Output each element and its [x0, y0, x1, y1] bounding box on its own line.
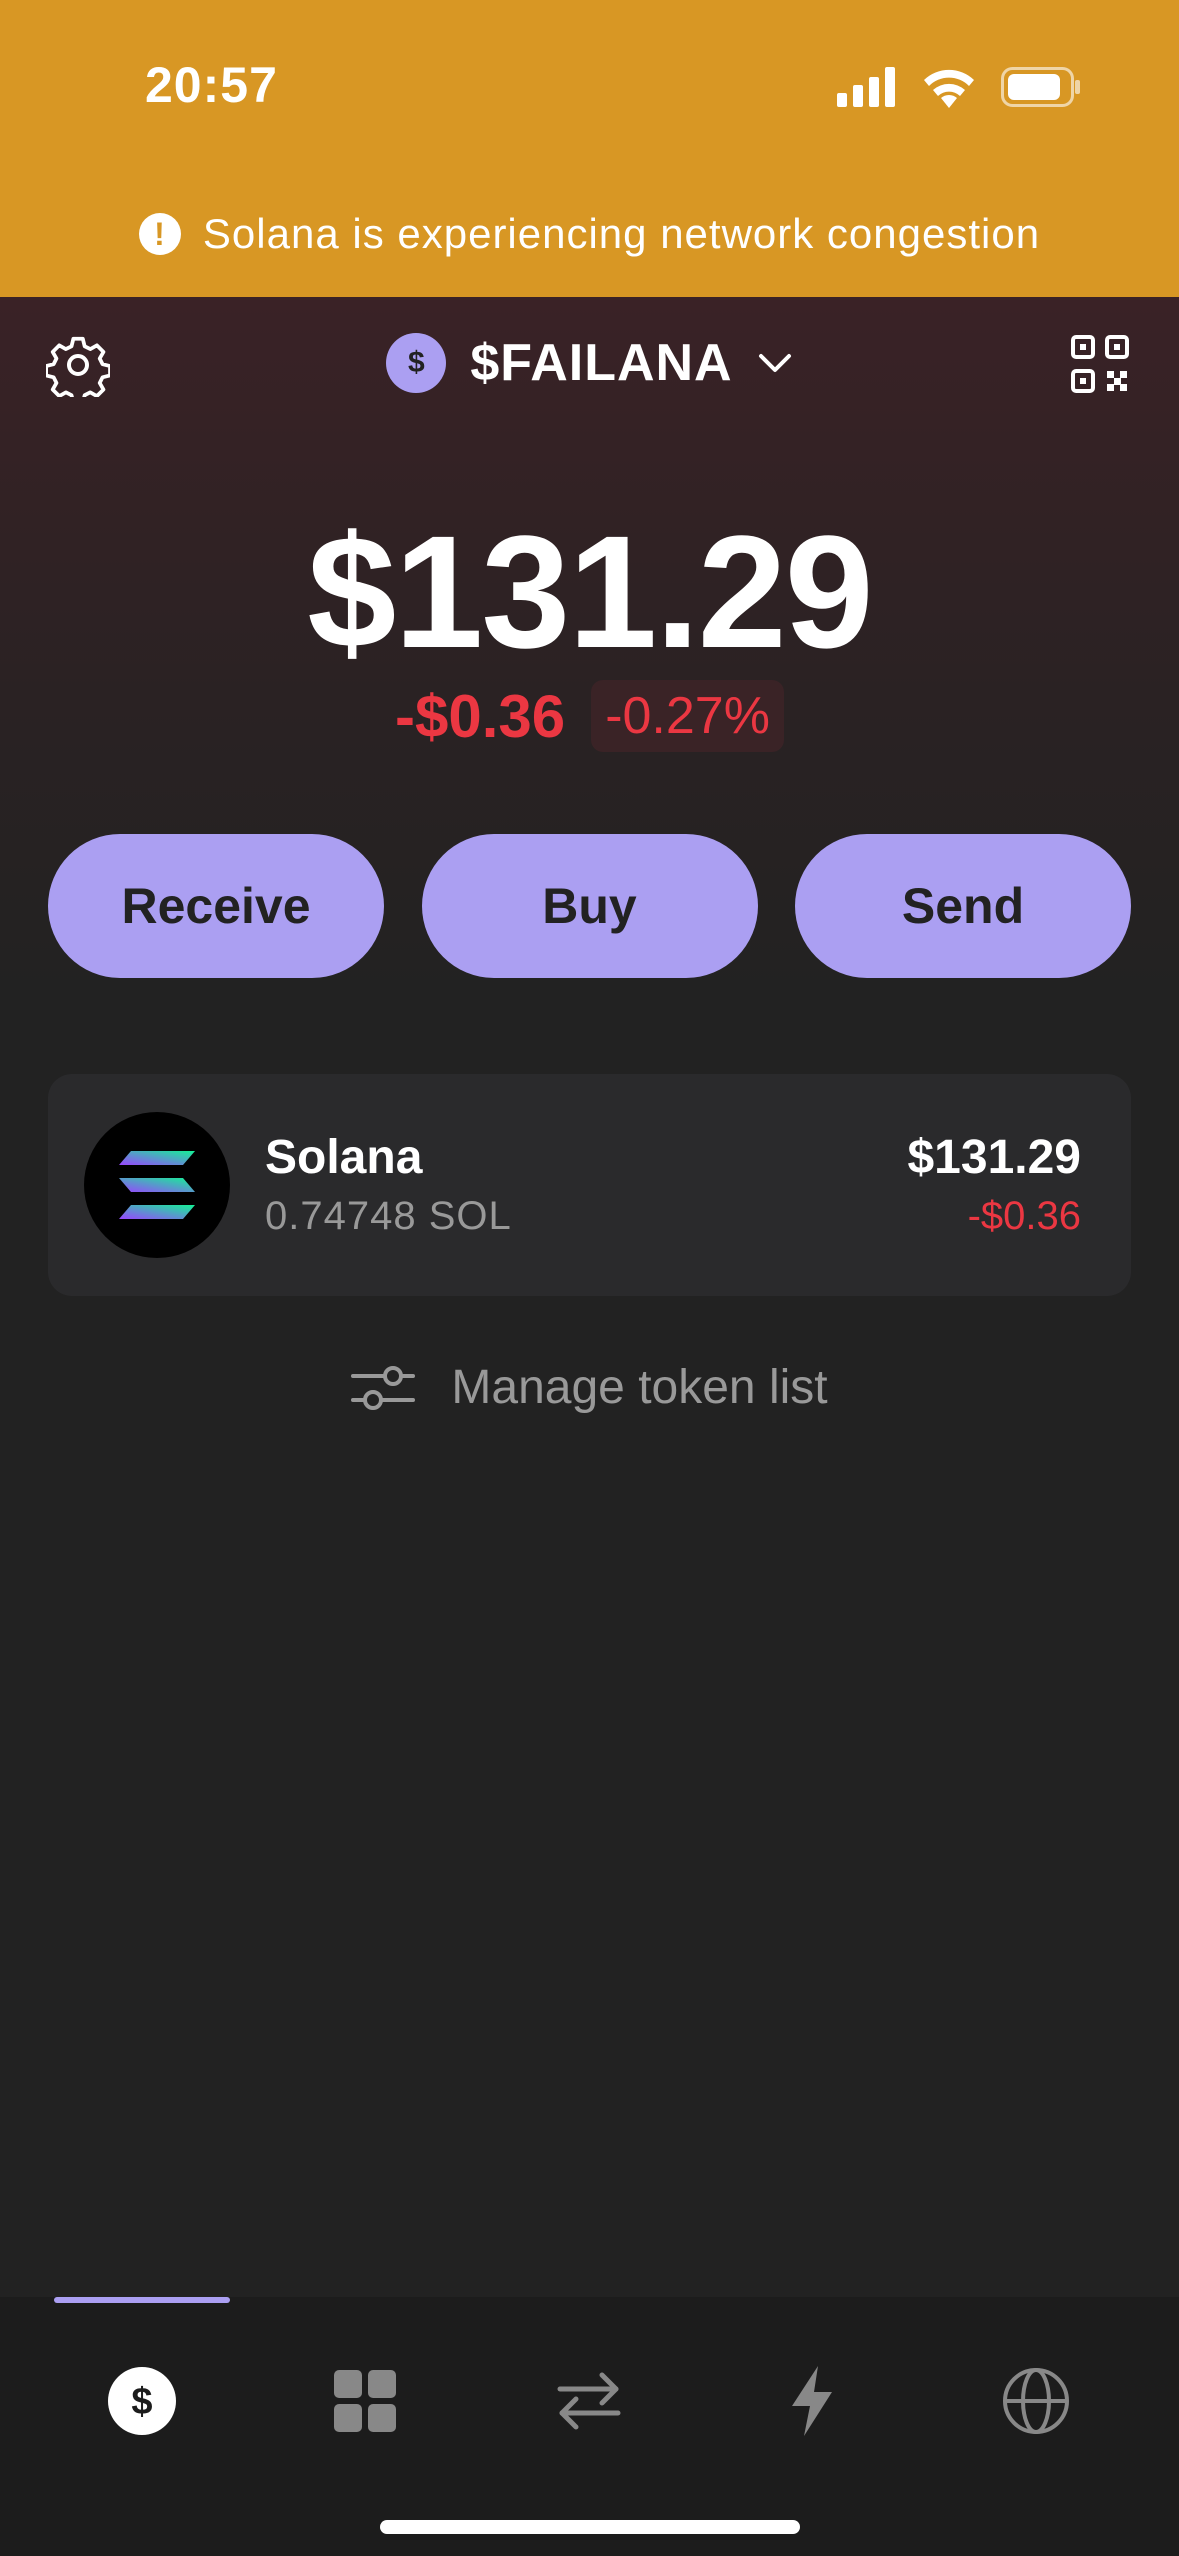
action-buttons: Receive Buy Send [48, 834, 1131, 978]
receive-button[interactable]: Receive [48, 834, 384, 978]
token-row-solana[interactable]: Solana 0.74748 SOL $131.29 -$0.36 [48, 1074, 1131, 1296]
nav-tab-explore[interactable] [976, 2341, 1096, 2461]
account-name: $FAILANA [470, 334, 733, 392]
warning-icon: ! [138, 213, 181, 255]
manage-token-list-button[interactable]: Manage token list [0, 1360, 1179, 1415]
send-button[interactable]: Send [795, 834, 1131, 978]
solana-logo-icon [84, 1112, 230, 1258]
battery-icon [1001, 67, 1080, 107]
nav-tab-activity[interactable] [752, 2341, 872, 2461]
account-selector[interactable]: $ $FAILANA [0, 333, 1179, 393]
congestion-notice[interactable]: ! Solana is experiencing network congest… [0, 210, 1179, 258]
wallet-header: $ $FAILANA [0, 297, 1179, 427]
balance-change: -$0.36 -0.27% [0, 680, 1179, 752]
account-avatar: $ [386, 333, 447, 393]
total-balance: $131.29 [307, 502, 873, 681]
chevron-down-icon [758, 354, 791, 372]
swap-icon [557, 2372, 621, 2430]
active-tab-indicator [54, 2297, 230, 2303]
token-change: -$0.36 [967, 1194, 1081, 1238]
cellular-signal-icon [837, 67, 895, 107]
status-icons [837, 66, 1081, 108]
qr-code-icon[interactable] [1071, 335, 1129, 393]
token-name: Solana [265, 1131, 423, 1184]
globe-icon [1003, 2368, 1069, 2434]
nav-tab-collectibles[interactable] [305, 2341, 425, 2461]
token-amount: 0.74748 SOL [265, 1194, 512, 1238]
sliders-icon [351, 1365, 416, 1410]
lightning-icon [792, 2366, 832, 2436]
change-percent-badge: -0.27% [591, 680, 784, 752]
grid-icon [334, 2370, 396, 2432]
bottom-nav: $ [0, 2297, 1179, 2556]
manage-token-list-label: Manage token list [451, 1361, 828, 1414]
home-indicator [380, 2520, 800, 2534]
svg-text:$: $ [131, 2381, 152, 2423]
congestion-message: Solana is experiencing network congestio… [202, 210, 1041, 257]
nav-tab-swap[interactable] [529, 2341, 649, 2461]
wifi-icon [924, 69, 974, 108]
buy-button[interactable]: Buy [421, 834, 758, 978]
change-amount: -$0.36 [395, 682, 566, 750]
status-time: 20:57 [145, 57, 278, 113]
token-value: $131.29 [907, 1131, 1081, 1184]
dollar-icon: $ [108, 2367, 176, 2435]
nav-tab-wallet[interactable]: $ [82, 2341, 202, 2461]
